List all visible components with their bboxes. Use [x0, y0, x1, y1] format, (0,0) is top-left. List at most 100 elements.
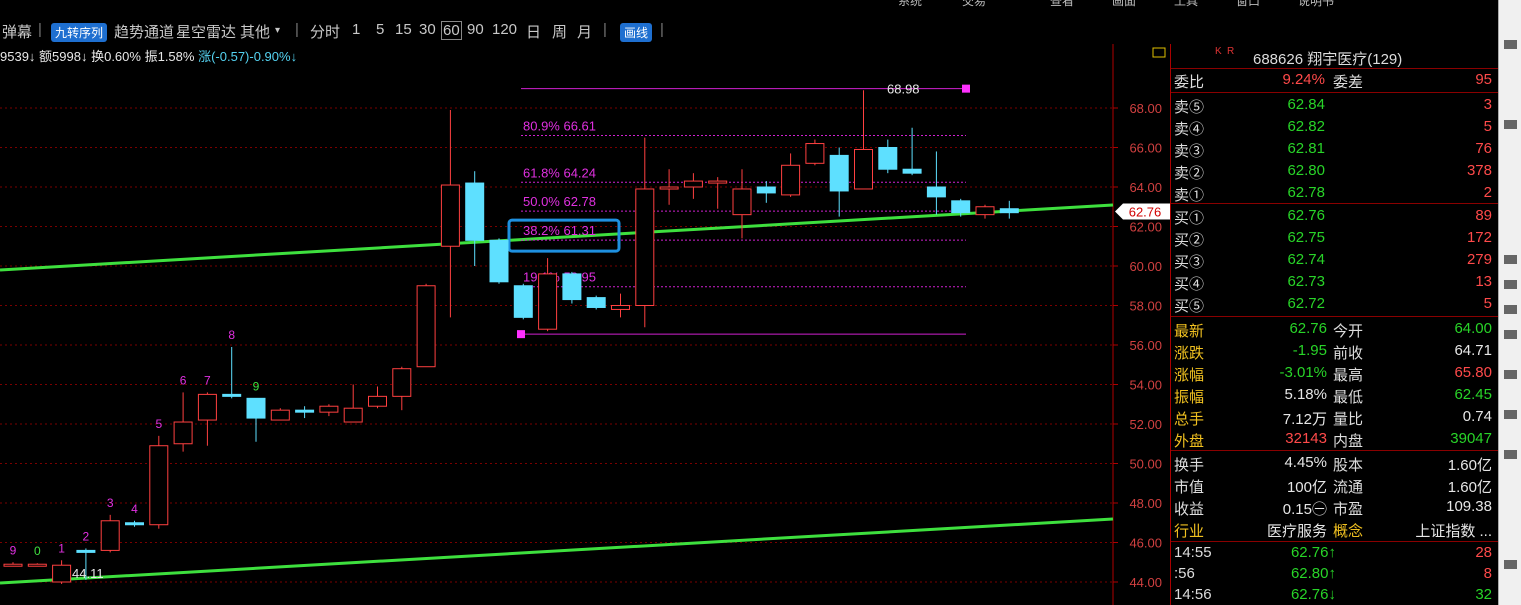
star-radar-button[interactable]: 星空雷达	[176, 21, 236, 42]
side-toolstrip[interactable]	[1498, 0, 1521, 605]
tool-icon[interactable]	[1504, 370, 1517, 379]
ask-volume: 76	[1475, 140, 1492, 157]
stat-label: 外盘	[1174, 433, 1205, 450]
ask-price: 62.78	[1287, 184, 1325, 201]
candle-body	[270, 409, 290, 421]
menu-tools[interactable]: 工具	[1174, 0, 1198, 9]
stat-value: 62.76	[1289, 320, 1327, 337]
candle-body	[854, 148, 873, 190]
nine-turn-count-label: 0	[34, 544, 41, 558]
period-week[interactable]: 周	[552, 21, 567, 42]
ask-price: 62.80	[1287, 162, 1325, 179]
period-30[interactable]: 30	[419, 21, 436, 38]
ask-row: 卖④ 62.82 5	[1171, 118, 1499, 140]
menu-help[interactable]: 说明书	[1298, 0, 1334, 9]
y-tick-label: 44.00	[1129, 575, 1162, 590]
info-amount: 额5998↓	[39, 49, 88, 64]
trend-channel-button[interactable]: 趋势通道	[114, 21, 174, 42]
period-month[interactable]: 月	[577, 21, 592, 42]
candle-body	[3, 563, 23, 567]
fib-level-label: 38.2% 61.31	[523, 223, 596, 238]
tick-time: 14:56	[1174, 586, 1212, 603]
stat-row: 总手 7.12万 量比 0.74	[1171, 408, 1499, 430]
period-90[interactable]: 90	[467, 21, 484, 38]
bid-label: 买⑤	[1174, 298, 1205, 315]
candle-body	[489, 239, 509, 283]
candle-body	[125, 522, 144, 526]
menu-view[interactable]: 查看	[1050, 0, 1074, 9]
menu-screen[interactable]: 画面	[1112, 0, 1136, 9]
bid-price: 62.74	[1287, 251, 1325, 268]
tick-time: :56	[1174, 565, 1195, 582]
nine-turn-count-label: 6	[180, 373, 187, 387]
candle-body	[416, 285, 436, 368]
r-badge[interactable]: R	[1227, 46, 1234, 57]
order-ratio-row: 委比 9.24% 委差 95	[1171, 71, 1499, 93]
toolbar-separator: |	[295, 21, 299, 38]
tool-icon[interactable]	[1504, 40, 1517, 49]
stat-row: 涨跌 -1.95 前收 64.71	[1171, 342, 1499, 364]
candle-body	[659, 186, 679, 190]
k-badge[interactable]: K	[1215, 46, 1222, 57]
fund-row: 市值 100亿 流通 1.60亿	[1171, 476, 1499, 498]
danmu-button[interactable]: 弹幕	[2, 21, 32, 42]
y-tick-label: 68.00	[1129, 101, 1162, 116]
fund-value: 1.60亿	[1447, 479, 1492, 496]
info-change: 涨(-0.57)-0.90%↓	[198, 49, 298, 64]
tick-row: 14:56 62.76↓ 32	[1171, 586, 1499, 605]
tick-volume: 28	[1475, 544, 1492, 561]
y-tick-label: 60.00	[1129, 259, 1162, 274]
fund-value: 1.60亿	[1447, 457, 1492, 474]
menu-window[interactable]: 窗口	[1236, 0, 1260, 9]
period-5[interactable]: 5	[376, 21, 384, 38]
y-tick-label: 46.00	[1129, 536, 1162, 551]
period-day[interactable]: 日	[526, 21, 541, 42]
fib-top-label: 68.98	[887, 82, 920, 97]
chevron-down-icon[interactable]: ▾	[275, 25, 280, 36]
tool-icon[interactable]	[1504, 410, 1517, 419]
candlestick-chart[interactable]: 68.9880.9% 66.6161.8% 64.2450.0% 62.7838…	[0, 44, 1170, 605]
bid-label: 买④	[1174, 276, 1205, 293]
nine-turn-count-label: 8	[228, 328, 235, 342]
tool-icon[interactable]	[1504, 120, 1517, 129]
tick-volume: 8	[1483, 565, 1492, 582]
other-menu-button[interactable]: 其他	[240, 21, 270, 42]
bid-price: 62.76	[1287, 207, 1325, 224]
candle-body	[562, 273, 582, 301]
nine-turn-count-label: 9	[10, 543, 17, 557]
low-price-label: 44.11	[72, 566, 104, 581]
y-tick-label: 66.00	[1129, 141, 1162, 156]
menu-system[interactable]: 系统	[898, 0, 922, 9]
draw-line-button[interactable]: 画线	[620, 23, 653, 42]
nine-turn-count-label: 7	[204, 373, 211, 387]
tool-icon[interactable]	[1504, 255, 1517, 264]
tool-icon[interactable]	[1504, 560, 1517, 569]
period-120[interactable]: 120	[492, 21, 517, 38]
divider	[1171, 316, 1499, 317]
stat-value: 65.80	[1454, 364, 1492, 381]
industry-value: 医疗服务	[1266, 523, 1327, 540]
nine-turn-count-label: 2	[83, 529, 90, 543]
industry-row: 行业 医疗服务 概念 上证指数 ...	[1171, 520, 1499, 542]
tool-icon[interactable]	[1504, 330, 1517, 339]
stat-label: 最新	[1174, 323, 1205, 340]
info-amplitude: 振1.58%	[144, 49, 195, 64]
nine-turn-indicator-button[interactable]: 九转序列	[51, 23, 108, 42]
candle-body	[781, 164, 801, 196]
tool-icon[interactable]	[1504, 305, 1517, 314]
period-intraday[interactable]: 分时	[310, 21, 340, 42]
fund-label: 市盈	[1333, 501, 1364, 518]
concept-label: 概念	[1333, 523, 1364, 540]
period-15[interactable]: 15	[395, 21, 412, 38]
period-60-selected[interactable]: 60	[441, 21, 462, 40]
menu-trade[interactable]: 交易	[962, 0, 986, 9]
ask-label: 卖⑤	[1174, 99, 1205, 116]
candle-body	[149, 445, 169, 526]
chart-info-line: 9539↓ 额5998↓ 换0.60% 振1.58% 涨(-0.57)-0.90…	[0, 46, 297, 65]
nine-turn-count-label: 5	[155, 417, 162, 431]
tool-icon[interactable]	[1504, 450, 1517, 459]
ask-row: 卖⑤ 62.84 3	[1171, 96, 1499, 118]
tool-icon[interactable]	[1504, 280, 1517, 289]
period-1[interactable]: 1	[352, 21, 360, 38]
stat-value: 64.00	[1454, 320, 1492, 337]
